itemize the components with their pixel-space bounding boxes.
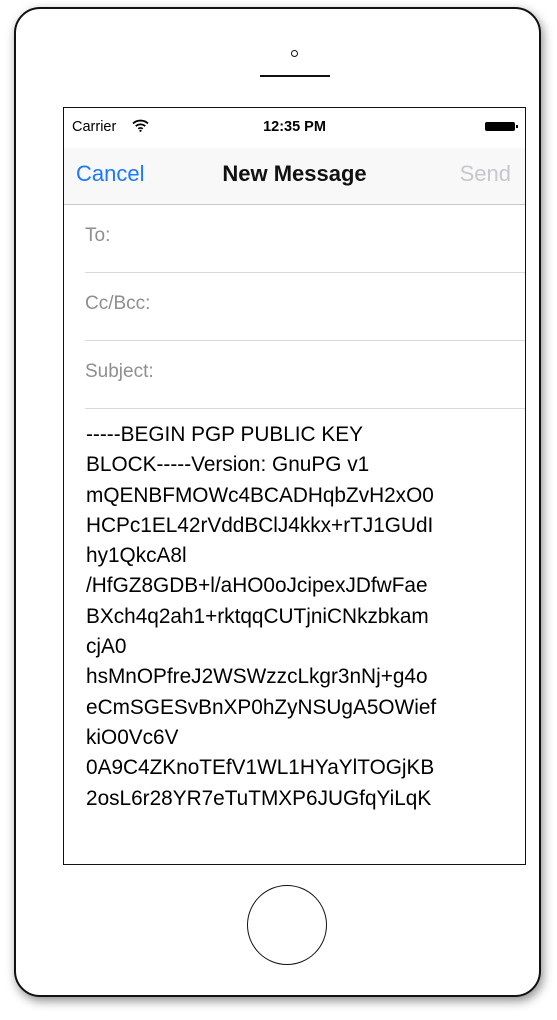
message-body-line: mQENBFMOWc4BCADHqbZvH2xO0	[86, 483, 434, 507]
message-body-line: /HfGZ8GDB+l/aHO0oJcipexJDfwFae	[86, 574, 428, 598]
page-title: New Message	[222, 161, 367, 186]
message-body-line: eCmSGESvBnXP0hZyNSUgA5OWief	[86, 695, 437, 719]
subject-field[interactable]: Subject:	[85, 341, 525, 409]
navigation-bar: Cancel New Message Send	[64, 148, 525, 205]
camera-icon	[291, 50, 298, 57]
send-button[interactable]: Send	[460, 161, 511, 187]
to-field[interactable]: To:	[85, 205, 525, 273]
message-body-line: -----BEGIN PGP PUBLIC KEY	[86, 423, 363, 446]
message-body-line: cjA0	[86, 635, 127, 659]
battery-icon	[485, 122, 518, 131]
subject-label: Subject:	[85, 361, 154, 382]
status-bar: Carrier 12:35 PM	[64, 108, 525, 148]
home-button[interactable]	[247, 885, 327, 965]
cc-bcc-label: Cc/Bcc:	[85, 293, 151, 314]
message-body-line: BLOCK-----Version: GnuPG v1	[86, 453, 370, 477]
message-body-line: hsMnOPfreJ2WSWzzcLkgr3nNj+g4o	[86, 665, 428, 689]
speaker-grille	[260, 75, 330, 77]
message-body-line: 2osL6r28YR7eTuTMXP6JUGfqYiLqK	[86, 786, 432, 810]
phone-frame: Carrier 12:35 PM Cancel New Message Send…	[14, 7, 541, 997]
cc-bcc-field[interactable]: Cc/Bcc:	[85, 273, 525, 341]
message-body-line: hy1QkcA8l	[86, 544, 187, 568]
clock: 12:35 PM	[263, 119, 326, 135]
to-label: To:	[85, 225, 111, 246]
message-body-line: kiO0Vc6V	[86, 725, 179, 749]
screen: Carrier 12:35 PM Cancel New Message Send…	[63, 107, 526, 865]
message-body-line: BXch4q2ah1+rktqqCUTjniCNkzbkam	[86, 604, 429, 628]
message-body-line: 0A9C4ZKnoTEfV1WL1HYaYlTOGjKB	[86, 756, 435, 780]
message-body[interactable]: -----BEGIN PGP PUBLIC KEY BLOCK-----Versi…	[86, 420, 516, 814]
message-body-line: HCPc1EL42rVddBClJ4kkx+rTJ1GUdI	[86, 513, 434, 537]
